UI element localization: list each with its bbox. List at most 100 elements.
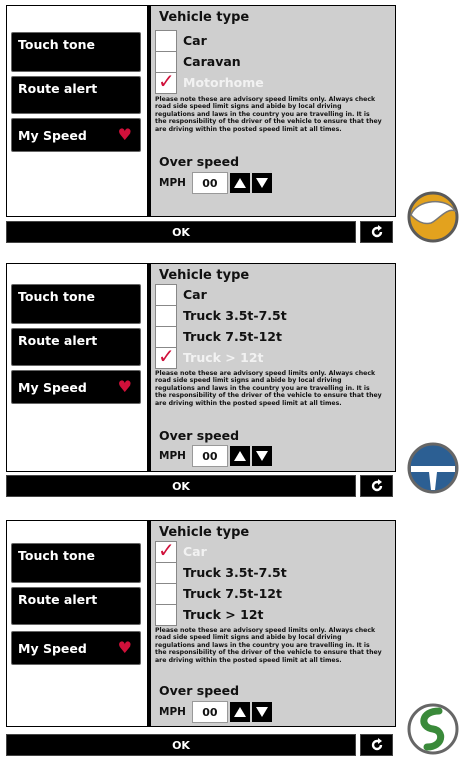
touch-tone-button[interactable]: Touch tone	[11, 543, 141, 583]
settings-panel-caravan: Touch tone Route alert My Speed ♥ Vehicle…	[6, 5, 396, 245]
back-button[interactable]	[360, 475, 393, 497]
my-speed-label: My Speed	[18, 128, 87, 143]
vehicle-option-label: Car	[183, 33, 207, 48]
increase-button[interactable]	[229, 446, 250, 466]
increase-button[interactable]	[229, 702, 250, 722]
ok-button[interactable]: OK	[6, 475, 356, 497]
back-arrow-icon	[371, 225, 382, 238]
over-speed-value: 00	[191, 701, 228, 723]
decrease-button[interactable]	[251, 702, 272, 722]
over-speed-label: Over speed	[159, 428, 240, 443]
sidebar: Touch tone Route alert My Speed ♥	[7, 521, 147, 726]
route-alert-button[interactable]: Route alert	[11, 587, 141, 625]
vehicle-option-label: Truck 7.5t-12t	[183, 586, 282, 601]
checkbox[interactable]	[155, 582, 177, 605]
vehicle-option-car[interactable]: Car	[155, 283, 207, 306]
vehicle-settings: Vehicle type ✓ Car Truck 3.5t-7.5t Truck…	[151, 521, 395, 726]
decrease-button[interactable]	[251, 173, 272, 193]
vehicle-option-truck-large[interactable]: ✓ Truck > 12t	[155, 343, 264, 369]
unit-label: MPH	[159, 177, 186, 189]
heart-icon: ♥	[117, 638, 132, 657]
vehicle-option-truck-large[interactable]: Truck > 12t	[155, 603, 264, 626]
checkbox[interactable]	[155, 283, 177, 306]
checkbox[interactable]	[155, 29, 177, 52]
arrow-up-icon	[233, 451, 246, 461]
arrow-down-icon	[255, 178, 268, 188]
touch-tone-label: Touch tone	[18, 548, 95, 563]
touch-tone-label: Touch tone	[18, 289, 95, 304]
back-arrow-icon	[371, 738, 382, 751]
back-button[interactable]	[360, 221, 393, 243]
vehicle-option-truck-medium[interactable]: Truck 7.5t-12t	[155, 582, 282, 605]
advisory-notice: Please note these are advisory speed lim…	[155, 370, 382, 407]
unit-label: MPH	[159, 450, 186, 462]
ok-button[interactable]: OK	[6, 734, 356, 756]
vehicle-option-car[interactable]: Car	[155, 29, 207, 52]
checkbox-checked[interactable]: ✓	[155, 537, 177, 563]
vehicle-option-car[interactable]: ✓ Car	[155, 537, 207, 563]
over-speed-control: MPH 00	[159, 445, 272, 467]
heart-icon: ♥	[117, 377, 132, 396]
checkbox[interactable]	[155, 304, 177, 327]
ok-label: OK	[172, 479, 190, 493]
touch-tone-button[interactable]: Touch tone	[11, 284, 141, 324]
back-arrow-icon	[371, 479, 382, 492]
increase-button[interactable]	[229, 173, 250, 193]
arrow-up-icon	[233, 178, 246, 188]
vehicle-option-motorhome[interactable]: ✓ Motorhome	[155, 68, 264, 94]
my-speed-button[interactable]: My Speed ♥	[11, 118, 141, 152]
back-button[interactable]	[360, 734, 393, 756]
route-alert-label: Route alert	[18, 333, 98, 348]
truck-logo-icon	[407, 442, 459, 494]
sidebar: Touch tone Route alert My Speed ♥	[7, 264, 147, 471]
device-screen: Touch tone Route alert My Speed ♥ Vehicle…	[6, 5, 396, 217]
arrow-down-icon	[255, 451, 268, 461]
checkbox-checked[interactable]: ✓	[155, 343, 177, 369]
checkmark-icon: ✓	[158, 343, 175, 368]
device-screen: Touch tone Route alert My Speed ♥ Vehicle…	[6, 520, 396, 727]
vehicle-option-label: Truck > 12t	[183, 350, 264, 365]
checkbox-checked[interactable]: ✓	[155, 68, 177, 94]
vehicle-type-title: Vehicle type	[159, 10, 250, 25]
advisory-notice: Please note these are advisory speed lim…	[155, 627, 382, 664]
ok-label: OK	[172, 225, 190, 239]
over-speed-value: 00	[191, 445, 228, 467]
vehicle-option-truck-small[interactable]: Truck 3.5t-7.5t	[155, 304, 287, 327]
checkmark-icon: ✓	[158, 68, 175, 93]
checkbox[interactable]	[155, 603, 177, 626]
advisory-notice: Please note these are advisory speed lim…	[155, 96, 382, 133]
ok-label: OK	[172, 738, 190, 752]
settings-panel-car: Touch tone Route alert My Speed ♥ Vehicle…	[6, 520, 396, 758]
route-alert-button[interactable]: Route alert	[11, 328, 141, 366]
touch-tone-button[interactable]: Touch tone	[11, 32, 141, 72]
heart-icon: ♥	[117, 125, 132, 144]
settings-panel-truck: Touch tone Route alert My Speed ♥ Vehicle…	[6, 263, 396, 501]
my-speed-label: My Speed	[18, 641, 87, 656]
car-logo-icon	[407, 703, 459, 755]
over-speed-label: Over speed	[159, 154, 240, 169]
vehicle-option-label: Truck 3.5t-7.5t	[183, 308, 287, 323]
over-speed-control: MPH 00	[159, 701, 272, 723]
vehicle-option-truck-small[interactable]: Truck 3.5t-7.5t	[155, 561, 287, 584]
vehicle-option-label: Truck > 12t	[183, 607, 264, 622]
over-speed-value: 00	[191, 172, 228, 194]
arrow-down-icon	[255, 707, 268, 717]
checkbox[interactable]	[155, 561, 177, 584]
touch-tone-label: Touch tone	[18, 37, 95, 52]
sidebar: Touch tone Route alert My Speed ♥	[7, 6, 147, 216]
my-speed-button[interactable]: My Speed ♥	[11, 631, 141, 665]
unit-label: MPH	[159, 706, 186, 718]
vehicle-option-label: Caravan	[183, 54, 241, 69]
checkmark-icon: ✓	[158, 537, 175, 562]
caravan-logo-icon	[407, 191, 459, 243]
my-speed-button[interactable]: My Speed ♥	[11, 370, 141, 404]
over-speed-label: Over speed	[159, 683, 240, 698]
vehicle-settings: Vehicle type Car Truck 3.5t-7.5t Truck 7…	[151, 264, 395, 471]
vehicle-option-label: Truck 7.5t-12t	[183, 329, 282, 344]
my-speed-label: My Speed	[18, 380, 87, 395]
ok-button[interactable]: OK	[6, 221, 356, 243]
route-alert-button[interactable]: Route alert	[11, 76, 141, 114]
vehicle-option-label: Truck 3.5t-7.5t	[183, 565, 287, 580]
over-speed-control: MPH 00	[159, 172, 272, 194]
decrease-button[interactable]	[251, 446, 272, 466]
